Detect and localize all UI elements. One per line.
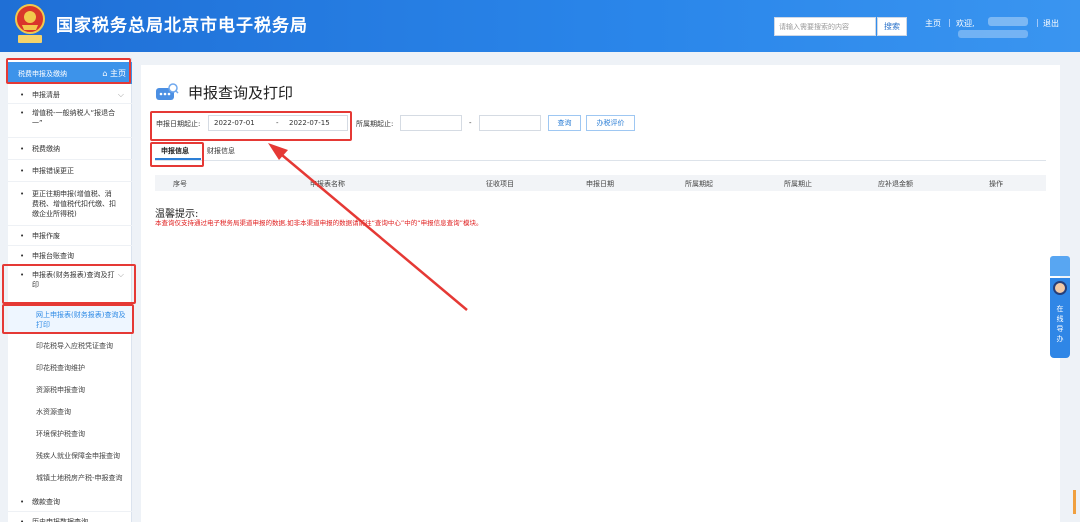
bullet-icon: •	[20, 167, 25, 175]
site-title: 国家税务总局北京市电子税务局	[56, 16, 308, 36]
bullet-icon: •	[20, 518, 25, 522]
sidebar-subitem-label: 城镇土地税房产税-申报查询	[36, 474, 123, 482]
sidebar-item-label: 申报作废	[32, 232, 60, 240]
sidebar-item[interactable]: • 历史申报数据查询	[8, 512, 132, 522]
user-info-redacted	[958, 30, 1028, 38]
sidebar-item[interactable]: • 申报台账查询	[8, 246, 132, 266]
sidebar-item[interactable]: • 税费缴纳	[8, 138, 132, 160]
sidebar-item[interactable]: • 缴款查询	[8, 492, 132, 512]
home-link[interactable]: 主页	[925, 18, 941, 29]
th-period-start: 所属期起	[685, 180, 713, 188]
bullet-icon: •	[20, 145, 25, 153]
query-button[interactable]: 查询	[548, 115, 581, 131]
sidebar-subitem-label: 印花税导入应税凭证查询	[36, 342, 113, 350]
sidebar-subitem-label: 残疾人就业保障金申报查询	[36, 452, 120, 460]
sidebar-item-label: 增值税-一般纳税人“报退合一”	[32, 109, 116, 127]
sidebar-subitem[interactable]: 城镇土地税房产税-申报查询	[8, 468, 132, 488]
th-period-end: 所属期止	[784, 180, 812, 188]
th-levy-item: 征收项目	[486, 180, 514, 188]
sidebar-subitem-label: 环境保护税查询	[36, 430, 85, 438]
tip-text: 本查询仅支持通过电子税务局渠道申报的数据,如非本渠道申报的数据请前往“查询中心”…	[155, 219, 483, 227]
sidebar-subitem-label: 水资源查询	[36, 408, 71, 416]
sidebar-item[interactable]: • 增值税-一般纳税人“报退合一”	[8, 104, 132, 138]
bullet-icon: •	[20, 190, 25, 198]
th-declare-date: 申报日期	[586, 180, 614, 188]
header-separator: |	[948, 18, 951, 27]
tab-financial-info[interactable]: 财报信息	[207, 146, 235, 156]
period-dash: -	[469, 119, 472, 127]
annotation-box-report-query	[2, 264, 136, 304]
top-header: 国家税务总局北京市电子税务局 请输入需要搜索的内容 搜索 主页 | 欢迎, | …	[0, 0, 1080, 52]
sidebar-item[interactable]: • 申报错误更正	[8, 160, 132, 182]
sidebar-subitem[interactable]: 残疾人就业保障金申报查询	[8, 446, 132, 466]
user-service-icon[interactable]	[1050, 256, 1070, 276]
header-separator: |	[1036, 18, 1039, 27]
sidebar-item[interactable]: • 申报清册 ⌵	[8, 86, 132, 104]
period-range-label: 所属期起止:	[356, 120, 394, 128]
guide-char: 办	[1056, 335, 1064, 343]
period-from-input[interactable]	[400, 115, 462, 131]
evaluate-button[interactable]: 办税评价	[586, 115, 635, 131]
chevron-down-icon: ⌵	[117, 90, 124, 99]
guide-char: 导	[1056, 325, 1064, 333]
sidebar-item-label: 申报清册	[32, 91, 60, 99]
sidebar-item-label: 更正往期申报(增值税、消费税、增值税代扣代缴、扣缴企业所得税)	[32, 190, 116, 218]
annotation-box-date-range	[150, 111, 352, 141]
tab-divider	[155, 160, 1046, 161]
th-index: 序号	[173, 180, 187, 188]
guide-char: 线	[1056, 315, 1064, 323]
sidebar-item[interactable]: • 申报作废	[8, 226, 132, 246]
sidebar-subitem[interactable]: 资源税申报查询	[8, 380, 132, 400]
online-guide-widget[interactable]: 在 线 导 办	[1050, 278, 1070, 358]
sidebar-item-label: 申报错误更正	[32, 167, 74, 175]
logout-link[interactable]: 退出	[1043, 18, 1059, 29]
sidebar-item-label: 缴款查询	[32, 498, 60, 506]
bullet-icon: •	[20, 91, 25, 99]
user-name-redacted	[988, 17, 1028, 26]
sidebar-subitem-label: 印花税查询维护	[36, 364, 85, 372]
page-title: 申报查询及打印	[188, 84, 294, 102]
bullet-icon: •	[20, 232, 25, 240]
sidebar-item[interactable]: • 更正往期申报(增值税、消费税、增值税代扣代缴、扣缴企业所得税)	[8, 182, 132, 226]
sidebar-subitem-label: 资源税申报查询	[36, 386, 85, 394]
tax-emblem-icon	[15, 4, 45, 43]
annotation-box-sidebar-top	[6, 58, 131, 84]
sidebar-item-label: 税费缴纳	[32, 145, 60, 153]
bullet-icon: •	[20, 498, 25, 506]
th-action: 操作	[989, 180, 1003, 188]
th-amount: 应补退金额	[878, 180, 913, 188]
query-print-icon	[156, 83, 179, 100]
sidebar-item-label: 历史申报数据查询	[32, 518, 88, 522]
search-input[interactable]: 请输入需要搜索的内容	[774, 17, 876, 36]
sidebar-subitem[interactable]: 印花税导入应税凭证查询	[8, 336, 132, 356]
agent-avatar-icon	[1053, 281, 1067, 295]
period-to-input[interactable]	[479, 115, 541, 131]
bullet-icon: •	[20, 252, 25, 260]
th-form-name: 申报表名称	[310, 180, 345, 188]
annotation-box-online-report	[2, 304, 134, 334]
sidebar-subitem[interactable]: 水资源查询	[8, 402, 132, 422]
search-button[interactable]: 搜索	[877, 17, 907, 36]
welcome-text: 欢迎,	[956, 19, 975, 28]
sidebar-subitem[interactable]: 环境保护税查询	[8, 424, 132, 444]
scrollbar-thumb[interactable]	[1073, 490, 1076, 514]
guide-char: 在	[1056, 305, 1064, 313]
sidebar-item-label: 申报台账查询	[32, 252, 74, 260]
sidebar-subitem[interactable]: 印花税查询维护	[8, 358, 132, 378]
annotation-box-declaration-tab	[150, 142, 204, 167]
bullet-icon: •	[20, 109, 25, 117]
